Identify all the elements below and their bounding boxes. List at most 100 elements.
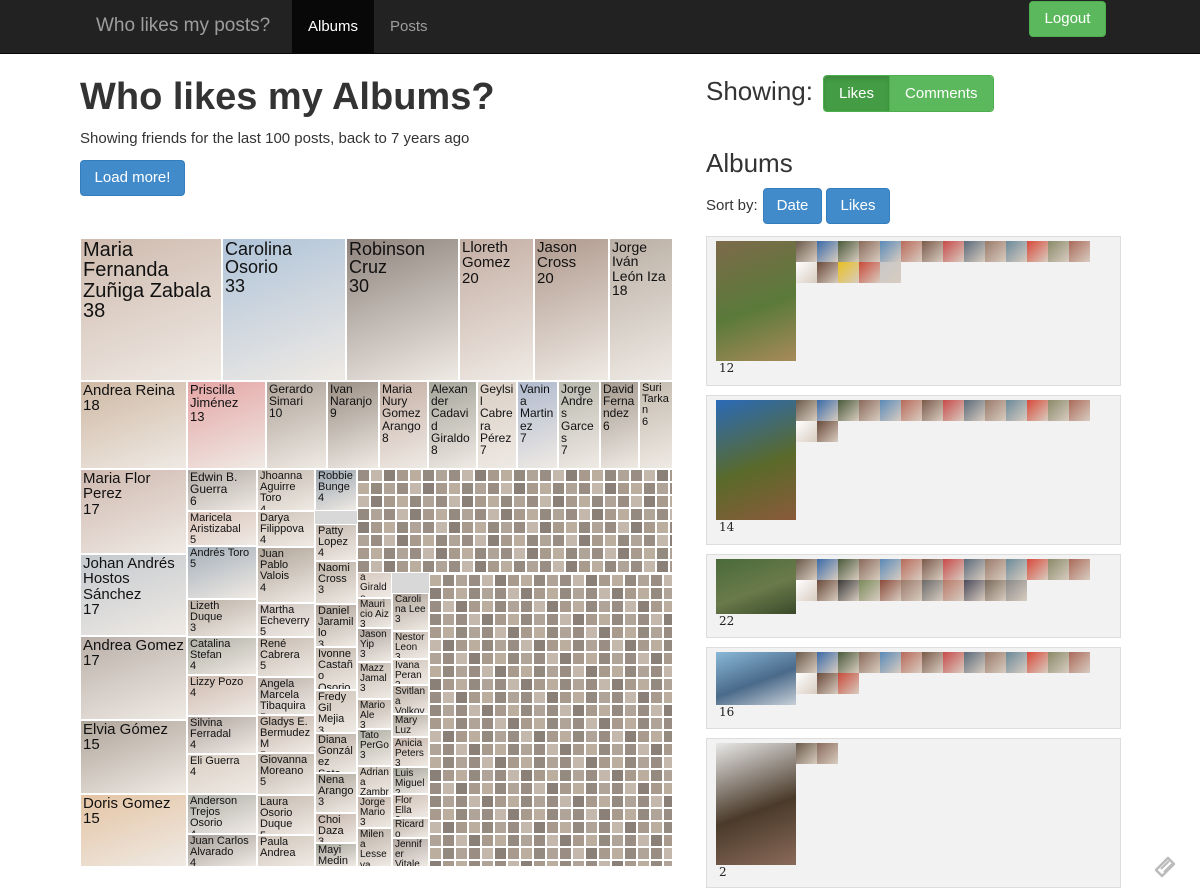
treemap-cell[interactable] [656,495,669,508]
treemap-cell[interactable] [455,743,468,756]
treemap-cell[interactable] [611,600,624,613]
treemap-cell[interactable] [383,534,396,547]
treemap-cell[interactable]: Ivan Naranjo 9 [327,381,379,469]
liker-avatar[interactable] [796,580,817,601]
treemap-cell[interactable] [507,795,520,808]
treemap-cell[interactable] [669,508,673,521]
treemap-cell[interactable] [468,730,481,743]
album-card[interactable]: 22 [706,554,1121,638]
treemap-cell[interactable] [533,821,546,834]
treemap-cell[interactable] [539,560,552,573]
treemap-cell[interactable] [591,482,604,495]
treemap-cell[interactable] [630,547,643,560]
treemap-cell[interactable] [461,469,474,482]
treemap-cell[interactable] [481,665,494,678]
treemap-cell[interactable] [455,717,468,730]
treemap-cell[interactable] [455,847,468,860]
treemap-cell[interactable] [643,508,656,521]
treemap-cell[interactable]: Paula Andrea [257,835,315,867]
treemap-cell[interactable] [624,730,637,743]
treemap-cell[interactable] [611,626,624,639]
treemap-cell[interactable] [513,534,526,547]
treemap-cell[interactable] [650,756,663,769]
treemap-cell[interactable] [500,508,513,521]
treemap-cell[interactable] [643,495,656,508]
treemap-cell[interactable] [526,495,539,508]
treemap-cell[interactable] [533,652,546,665]
treemap-cell[interactable] [650,665,663,678]
liker-avatar[interactable] [796,241,817,262]
liker-avatar[interactable] [943,400,964,421]
treemap-cell[interactable]: Anicia Peters 3 [392,737,429,767]
treemap-cell[interactable] [526,534,539,547]
treemap-cell[interactable] [591,560,604,573]
treemap-cell[interactable] [507,613,520,626]
treemap-cell[interactable] [611,808,624,821]
treemap-cell[interactable] [663,860,673,867]
treemap-cell[interactable] [429,860,442,867]
treemap-cell[interactable] [442,808,455,821]
treemap-cell[interactable] [533,639,546,652]
treemap-cell[interactable] [585,756,598,769]
treemap-cell[interactable] [533,808,546,821]
treemap-cell[interactable] [533,691,546,704]
treemap-cell[interactable] [591,508,604,521]
treemap-cell[interactable]: Jorge Andres Garces 7 [558,381,600,469]
treemap-cell[interactable] [559,678,572,691]
treemap-cell[interactable] [520,834,533,847]
treemap-cell[interactable] [663,613,673,626]
treemap-cell[interactable] [630,521,643,534]
treemap-cell[interactable] [559,691,572,704]
treemap-cell[interactable] [520,678,533,691]
treemap-cell[interactable] [650,587,663,600]
treemap-cell[interactable] [663,730,673,743]
treemap-cell[interactable] [546,691,559,704]
treemap-cell[interactable] [650,717,663,730]
liker-avatar[interactable] [964,400,985,421]
treemap-cell[interactable] [565,560,578,573]
treemap-cell[interactable] [481,717,494,730]
treemap-cell[interactable] [572,834,585,847]
treemap-cell[interactable] [429,678,442,691]
treemap-cell[interactable] [546,821,559,834]
treemap-cell[interactable] [442,678,455,691]
treemap-cell[interactable] [630,534,643,547]
toggle-comments-button[interactable]: Comments [889,76,993,111]
treemap-cell[interactable] [429,821,442,834]
treemap-cell[interactable] [546,834,559,847]
treemap-cell[interactable] [663,821,673,834]
treemap-cell[interactable]: Angela Marcela Tibaquira5 [257,677,315,715]
treemap-cell[interactable] [650,730,663,743]
treemap-cell[interactable] [546,613,559,626]
treemap-cell[interactable] [598,639,611,652]
treemap-cell[interactable] [494,808,507,821]
treemap-cell[interactable] [429,769,442,782]
treemap-cell[interactable] [585,860,598,867]
treemap-cell[interactable] [429,626,442,639]
treemap-cell[interactable] [455,821,468,834]
treemap-cell[interactable] [507,717,520,730]
treemap-cell[interactable] [559,600,572,613]
treemap-cell[interactable] [585,795,598,808]
liker-avatar[interactable] [838,652,859,673]
treemap-cell[interactable] [552,482,565,495]
treemap-cell[interactable] [546,730,559,743]
treemap-cell[interactable]: Choi Daza 3 [315,813,357,843]
treemap-cell[interactable] [442,613,455,626]
treemap-cell[interactable] [429,613,442,626]
treemap-cell[interactable] [520,730,533,743]
treemap-cell[interactable] [650,704,663,717]
treemap-cell[interactable] [474,547,487,560]
treemap-cell[interactable] [507,769,520,782]
treemap-cell[interactable] [455,860,468,867]
liker-avatar[interactable] [943,580,964,601]
liker-avatar[interactable] [859,652,880,673]
treemap-cell[interactable] [630,495,643,508]
treemap-cell[interactable] [624,704,637,717]
treemap-cell[interactable] [520,782,533,795]
treemap-cell[interactable] [598,821,611,834]
treemap-cell[interactable] [533,834,546,847]
treemap-cell[interactable] [461,547,474,560]
album-card[interactable]: 2 [706,738,1121,888]
treemap-cell[interactable] [468,834,481,847]
